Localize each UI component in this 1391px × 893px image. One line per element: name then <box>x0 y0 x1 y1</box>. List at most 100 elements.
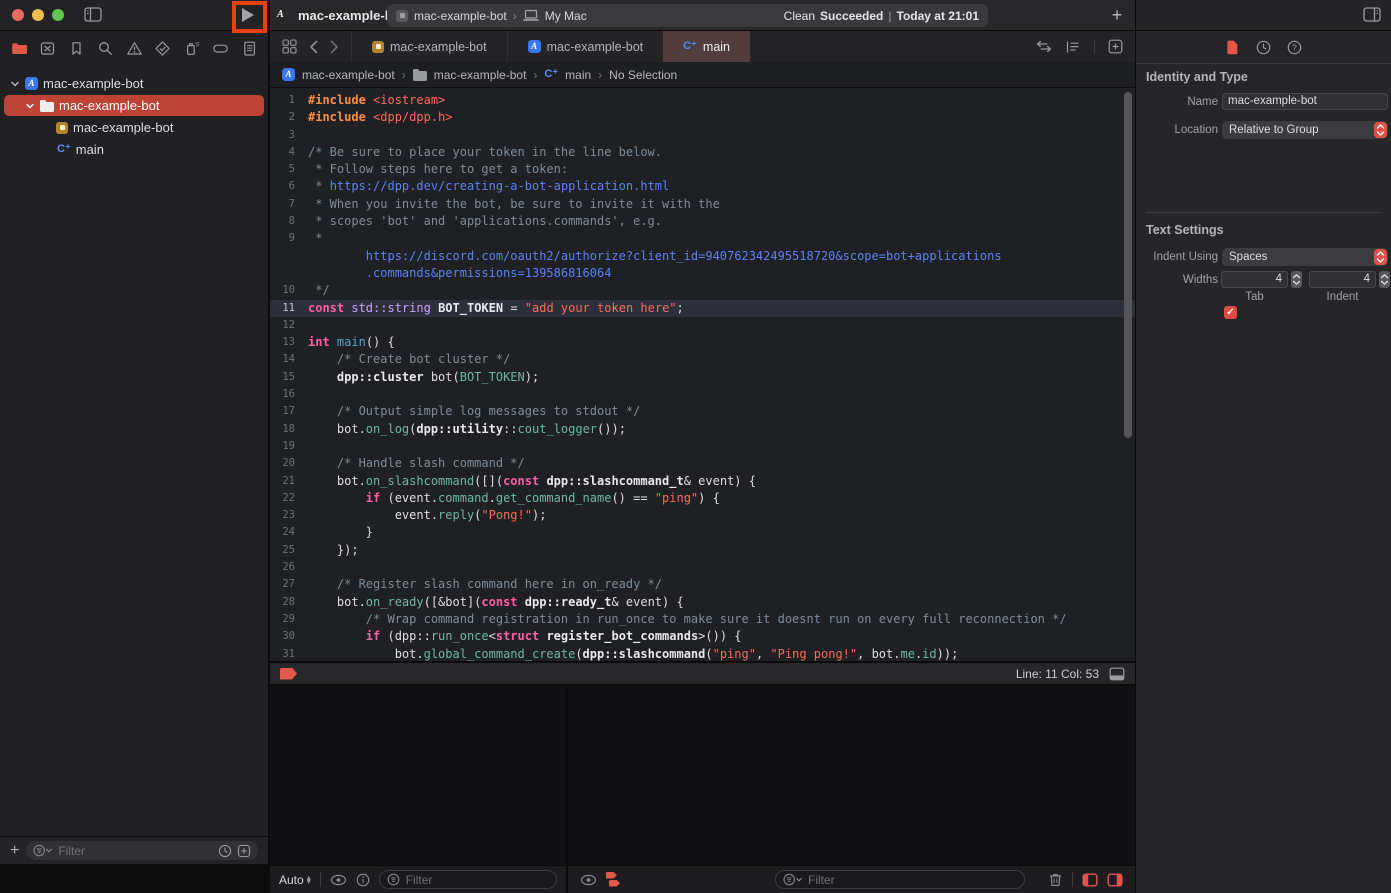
code-line[interactable]: 13int main() { <box>270 334 1135 351</box>
variables-filter-field[interactable]: Filter <box>379 870 557 889</box>
code-line[interactable]: 22 if (event.command.get_command_name() … <box>270 490 1135 507</box>
minimize-window-button[interactable] <box>32 9 44 21</box>
code-editor[interactable]: 1#include <iostream>2#include <dpp/dpp.h… <box>270 88 1135 661</box>
line-number[interactable]: 7 <box>270 196 308 213</box>
code-line[interactable]: 11const std::string BOT_TOKEN = "add you… <box>270 300 1135 317</box>
navigator-add-button[interactable]: + <box>10 843 19 859</box>
file-inspector-tab-icon[interactable] <box>1224 39 1241 56</box>
zoom-window-button[interactable] <box>52 9 64 21</box>
code-line[interactable]: .commands&permissions=139586816064 <box>270 265 1135 282</box>
line-col-indicator[interactable]: Line: 11 Col: 53 <box>1016 667 1099 681</box>
line-number[interactable]: 23 <box>270 507 308 524</box>
tree-item-group-selected[interactable]: mac-example-bot <box>4 95 264 116</box>
history-inspector-tab-icon[interactable] <box>1255 39 1272 56</box>
line-number[interactable]: 20 <box>270 455 308 472</box>
tree-item-project[interactable]: mac-example-bot <box>4 73 264 94</box>
code-line[interactable]: 16 <box>270 386 1135 403</box>
breakpoint-toggle-icon[interactable] <box>280 668 297 680</box>
line-number[interactable]: 11 <box>270 300 308 317</box>
navigator-sidebar-toggle-icon[interactable] <box>84 7 102 22</box>
navigator-filter-field[interactable]: Filter <box>26 841 258 860</box>
line-number[interactable]: 27 <box>270 576 308 593</box>
breakpoints-navigator-tab-icon[interactable] <box>211 39 229 57</box>
editor-tab-target[interactable]: mac-example-bot <box>351 31 507 62</box>
code-line[interactable]: 30 if (dpp::run_once<struct register_bot… <box>270 628 1135 645</box>
project-navigator-tab-icon[interactable] <box>10 39 28 57</box>
go-forward-icon[interactable] <box>330 40 339 54</box>
tab-width-stepper-icon[interactable] <box>1291 271 1302 288</box>
line-number[interactable]: 2 <box>270 109 308 126</box>
activity-status[interactable]: Clean Succeeded | Today at 21:01 <box>784 9 979 23</box>
code-line[interactable]: 10 */ <box>270 282 1135 299</box>
code-line[interactable]: 2#include <dpp/dpp.h> <box>270 109 1135 126</box>
line-number[interactable]: 9 <box>270 230 308 247</box>
find-navigator-tab-icon[interactable] <box>96 39 114 57</box>
line-number[interactable]: 24 <box>270 524 308 541</box>
tree-item-target[interactable]: mac-example-bot <box>4 117 264 138</box>
line-number[interactable] <box>270 265 308 282</box>
line-number[interactable]: 12 <box>270 317 308 334</box>
code-line[interactable]: 29 /* Wrap command registration in run_o… <box>270 611 1135 628</box>
indent-width-field[interactable]: 4 <box>1309 271 1376 288</box>
code-line[interactable]: 9 * <box>270 230 1135 247</box>
line-number[interactable]: 18 <box>270 421 308 438</box>
debug-area-dock-icon[interactable] <box>1109 667 1125 681</box>
code-line[interactable]: 15 dpp::cluster bot(BOT_TOKEN); <box>270 369 1135 386</box>
breadcrumb-file[interactable]: main <box>565 68 591 82</box>
library-add-button[interactable]: + <box>1106 3 1128 27</box>
editor-options-icon[interactable] <box>1065 40 1081 54</box>
code-line[interactable]: 12 <box>270 317 1135 334</box>
line-number[interactable]: 4 <box>270 144 308 161</box>
line-number[interactable]: 25 <box>270 542 308 559</box>
source-control-status-filter-icon[interactable] <box>237 844 251 858</box>
run-destination[interactable]: My Mac <box>545 9 587 23</box>
code-line[interactable]: 1#include <iostream> <box>270 92 1135 109</box>
code-line[interactable]: 17 /* Output simple log messages to stdo… <box>270 403 1135 420</box>
console-filter-field[interactable]: Filter <box>775 870 1025 889</box>
show-console-eye-icon[interactable] <box>580 874 597 886</box>
show-variables-panel-icon[interactable] <box>1082 873 1098 887</box>
breadcrumb-selection[interactable]: No Selection <box>609 68 677 82</box>
scheme-name[interactable]: mac-example-bot <box>414 9 507 23</box>
close-window-button[interactable] <box>12 9 24 21</box>
code-line[interactable]: 8 * scopes 'bot' and 'applications.comma… <box>270 213 1135 230</box>
show-console-panel-icon[interactable] <box>1107 873 1123 887</box>
line-number[interactable]: 22 <box>270 490 308 507</box>
code-review-icon[interactable] <box>1036 40 1052 53</box>
line-number[interactable]: 31 <box>270 646 308 662</box>
line-number[interactable]: 10 <box>270 282 308 299</box>
info-icon[interactable] <box>356 873 370 887</box>
tab-width-field[interactable]: 4 <box>1221 271 1288 288</box>
line-number[interactable]: 16 <box>270 386 308 403</box>
line-number[interactable]: 17 <box>270 403 308 420</box>
line-number[interactable] <box>270 248 308 265</box>
help-inspector-tab-icon[interactable]: ? <box>1286 39 1303 56</box>
editor-scrollbar[interactable] <box>1124 92 1132 438</box>
add-editor-icon[interactable] <box>1108 39 1123 54</box>
code-line[interactable]: 6 * https://dpp.dev/creating-a-bot-appli… <box>270 178 1135 195</box>
breakpoints-list-icon[interactable] <box>606 872 622 887</box>
variables-view[interactable] <box>270 686 566 865</box>
code-line[interactable]: 4/* Be sure to place your token in the l… <box>270 144 1135 161</box>
line-number[interactable]: 15 <box>270 369 308 386</box>
debug-navigator-tab-icon[interactable] <box>183 39 201 57</box>
recent-files-clock-icon[interactable] <box>218 844 232 858</box>
console-view[interactable] <box>568 686 1135 865</box>
wrap-lines-checkbox[interactable]: ✓ <box>1224 306 1237 319</box>
breadcrumb-project[interactable]: mac-example-bot <box>302 68 395 82</box>
editor-tab-main-active[interactable]: main <box>663 31 750 62</box>
related-items-icon[interactable] <box>282 39 297 54</box>
editor-tab-project[interactable]: mac-example-bot <box>507 31 664 62</box>
line-number[interactable]: 8 <box>270 213 308 230</box>
code-line[interactable]: 5 * Follow steps here to get a token: <box>270 161 1135 178</box>
code-line[interactable]: 20 /* Handle slash command */ <box>270 455 1135 472</box>
tests-navigator-tab-icon[interactable] <box>154 39 172 57</box>
breadcrumb-group[interactable]: mac-example-bot <box>434 68 527 82</box>
line-number[interactable]: 1 <box>270 92 308 109</box>
line-number[interactable]: 21 <box>270 473 308 490</box>
line-number[interactable]: 19 <box>270 438 308 455</box>
location-dropdown[interactable]: Relative to Group <box>1222 121 1388 139</box>
line-number[interactable]: 14 <box>270 351 308 368</box>
code-line[interactable]: 28 bot.on_ready([&bot](const dpp::ready_… <box>270 594 1135 611</box>
code-line[interactable]: 21 bot.on_slashcommand([](const dpp::sla… <box>270 473 1135 490</box>
